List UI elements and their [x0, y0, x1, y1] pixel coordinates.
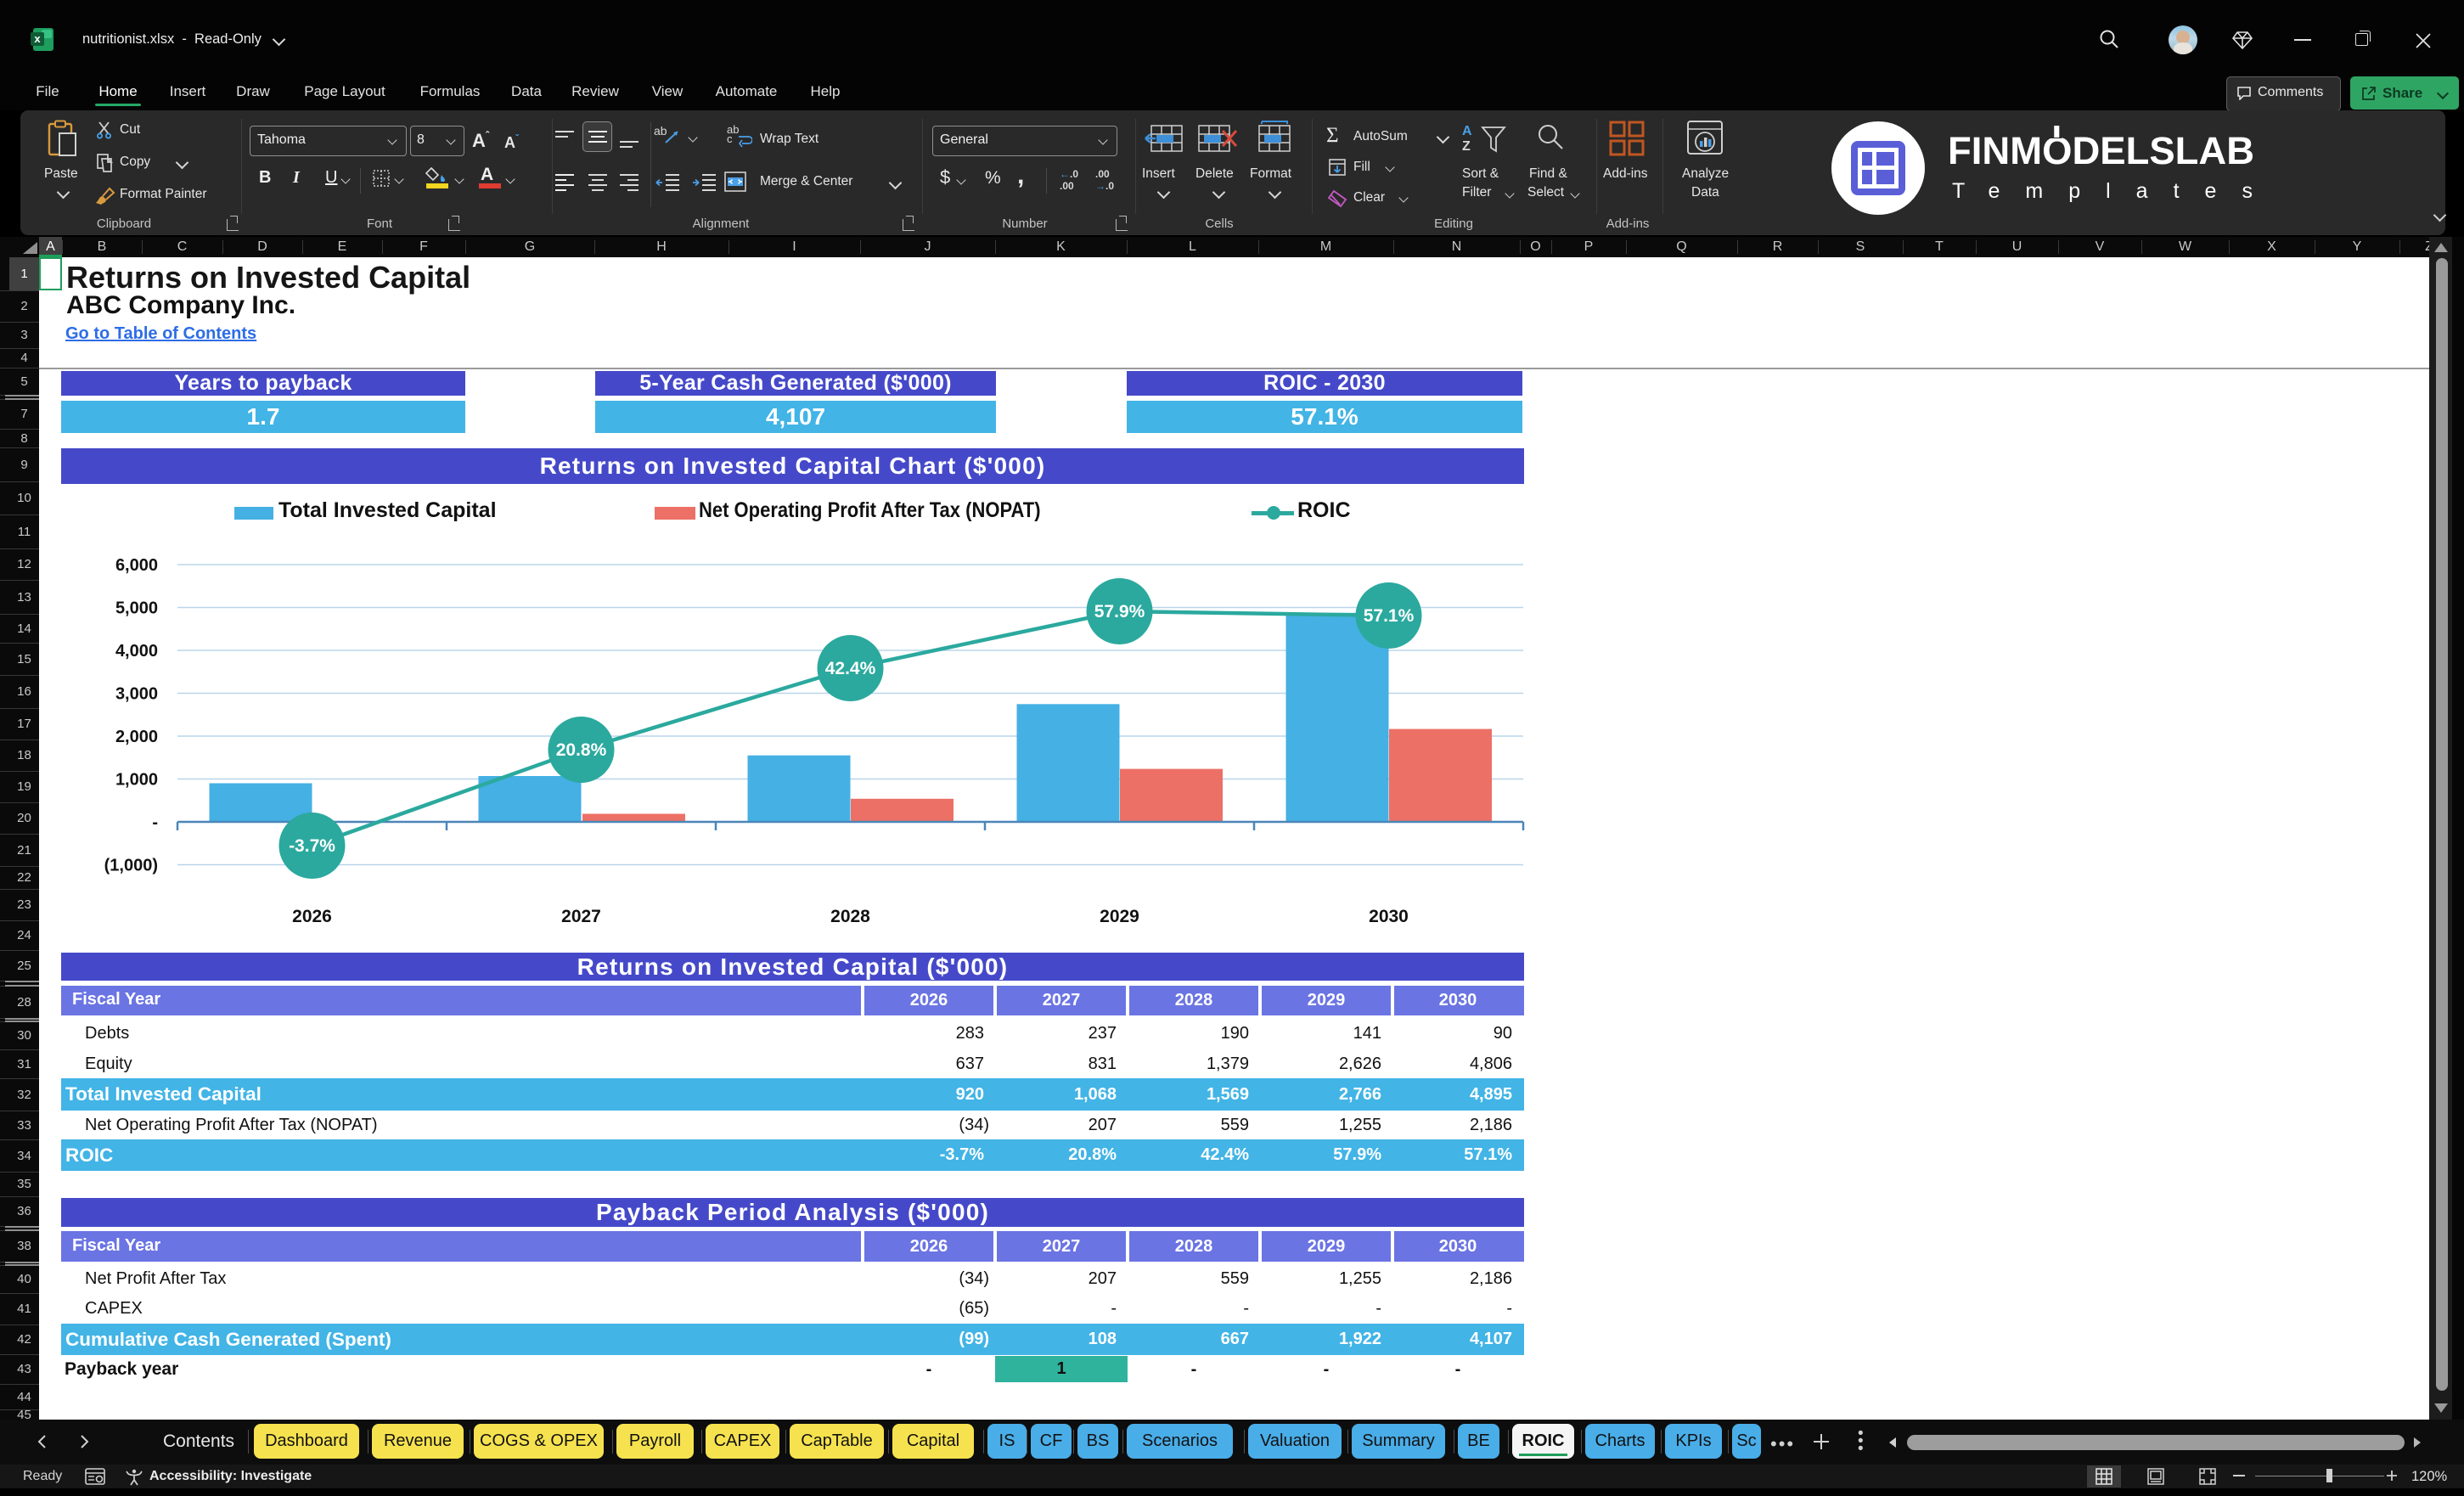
- svg-text:2027: 2027: [561, 907, 601, 926]
- svg-text:2028: 2028: [830, 907, 870, 926]
- svg-text:2,000: 2,000: [115, 728, 158, 746]
- svg-text:4,000: 4,000: [115, 642, 158, 661]
- svg-text:6,000: 6,000: [115, 556, 158, 575]
- svg-text:(1,000): (1,000): [104, 857, 158, 875]
- svg-text:57.1%: 57.1%: [1364, 606, 1415, 626]
- svg-text:-3.7%: -3.7%: [289, 836, 335, 856]
- svg-text:3,000: 3,000: [115, 685, 158, 704]
- svg-text:5,000: 5,000: [115, 599, 158, 618]
- svg-text:20.8%: 20.8%: [556, 740, 607, 760]
- svg-text:2030: 2030: [1369, 907, 1409, 926]
- svg-text:1,000: 1,000: [115, 771, 158, 790]
- svg-text:-: -: [152, 813, 158, 832]
- svg-text:42.4%: 42.4%: [825, 659, 876, 678]
- svg-text:57.9%: 57.9%: [1094, 602, 1145, 621]
- svg-text:2026: 2026: [292, 907, 332, 926]
- svg-text:2029: 2029: [1100, 907, 1139, 926]
